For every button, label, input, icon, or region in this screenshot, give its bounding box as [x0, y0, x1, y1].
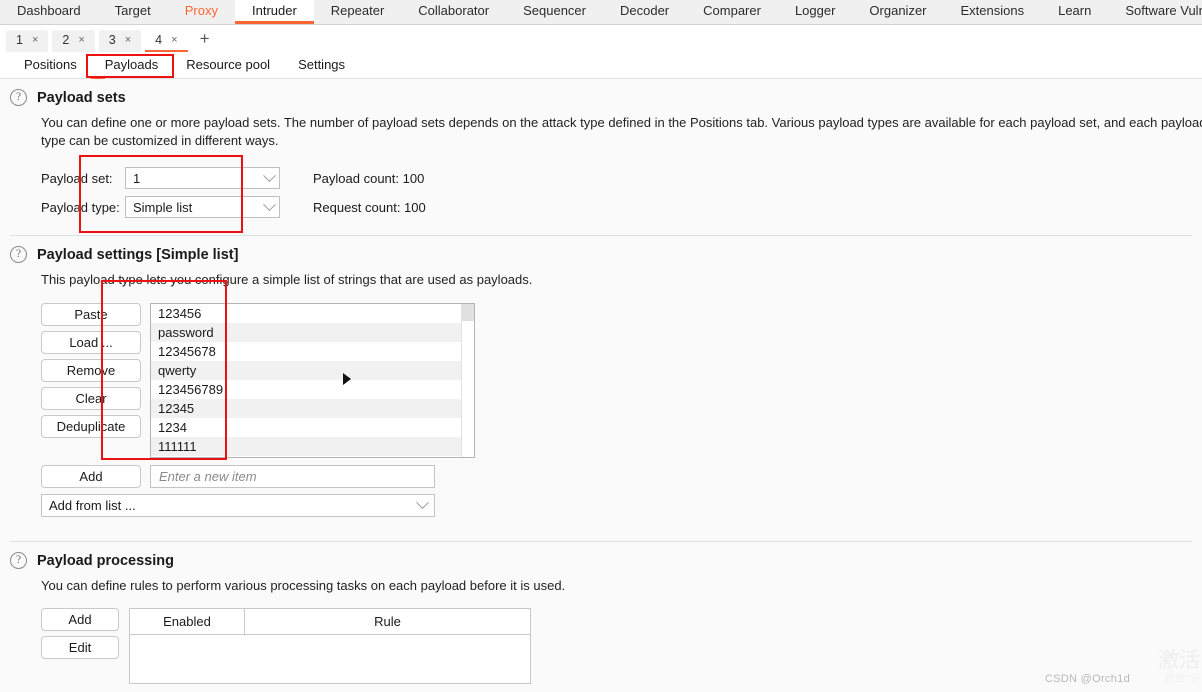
add-from-list-value: Add from list ... — [49, 498, 136, 513]
sub-tab-payloads[interactable]: Payloads — [90, 52, 172, 79]
edit-rule-button[interactable]: Edit — [41, 636, 119, 659]
tab-organizer[interactable]: Organizer — [852, 0, 943, 24]
close-icon[interactable]: × — [171, 34, 177, 46]
list-item[interactable]: 123456 — [151, 304, 474, 323]
tab-software-vulnerability-scanner[interactable]: Software Vulnerabilit — [1108, 0, 1202, 24]
table-body — [130, 635, 530, 683]
new-item-input[interactable]: Enter a new item — [150, 465, 435, 488]
attack-tab-2-label: 2 — [62, 32, 70, 47]
attack-tab-1[interactable]: 1 × — [6, 29, 49, 52]
expand-arrow-icon[interactable] — [343, 373, 351, 385]
attack-tab-strip: 1 × 2 × 3 × 4 × + — [0, 25, 1202, 52]
add-rule-button[interactable]: Add — [41, 608, 119, 631]
tab-learn[interactable]: Learn — [1041, 0, 1108, 24]
tab-sequencer[interactable]: Sequencer — [506, 0, 603, 24]
payload-processing-header: ? Payload processing — [0, 542, 1202, 569]
add-from-list-select[interactable]: Add from list ... — [41, 494, 435, 517]
activation-watermark-line2: 转到“设 — [1164, 674, 1200, 685]
payload-settings-header: ? Payload settings [Simple list] — [0, 236, 1202, 263]
list-item[interactable]: 12345678 — [151, 342, 474, 361]
table-header-row: Enabled Rule — [130, 609, 530, 635]
tab-repeater[interactable]: Repeater — [314, 0, 401, 24]
payload-set-select[interactable]: 1 — [125, 167, 280, 189]
activation-watermark-line1: 激活 — [1158, 648, 1200, 672]
paste-button[interactable]: Paste — [41, 303, 141, 326]
payload-settings-title: Payload settings [Simple list] — [37, 246, 239, 263]
chevron-down-icon — [263, 197, 276, 211]
sub-tab-resource-pool[interactable]: Resource pool — [172, 52, 284, 78]
chevron-down-icon — [263, 168, 276, 182]
close-icon[interactable]: × — [78, 34, 84, 46]
csdn-watermark: CSDN @Orch1d — [1044, 673, 1130, 685]
clear-button[interactable]: Clear — [41, 387, 141, 410]
activation-watermark: 激活 转到“设 — [1158, 650, 1200, 690]
deduplicate-button[interactable]: Deduplicate — [41, 415, 141, 438]
add-attack-tab-button[interactable]: + — [192, 30, 218, 47]
add-payload-button[interactable]: Add — [41, 465, 141, 488]
chevron-down-icon — [416, 496, 429, 510]
tab-collaborator[interactable]: Collaborator — [401, 0, 506, 24]
tab-target[interactable]: Target — [98, 0, 168, 24]
help-icon[interactable]: ? — [10, 552, 27, 569]
help-icon[interactable]: ? — [10, 89, 27, 106]
payload-set-label: Payload set: — [41, 170, 113, 186]
payload-sets-form: Payload set: 1 Payload count: 100 Payloa… — [0, 155, 1202, 233]
payload-settings-body: Paste Load ... Remove Clear Deduplicate … — [0, 280, 1202, 517]
list-item[interactable]: password — [151, 323, 474, 342]
help-icon[interactable]: ? — [10, 246, 27, 263]
payload-sets-header: ? Payload sets — [0, 79, 1202, 106]
column-header-rule: Rule — [374, 614, 401, 629]
tab-logger[interactable]: Logger — [778, 0, 852, 24]
close-icon[interactable]: × — [32, 34, 38, 46]
list-item[interactable]: 1234 — [151, 418, 474, 437]
sub-tab-bar: Positions Payloads Resource pool Setting… — [0, 52, 1202, 79]
payload-processing-table: Enabled Rule — [129, 608, 531, 684]
payload-list-area: Paste Load ... Remove Clear Deduplicate … — [41, 303, 1202, 458]
tab-comparer[interactable]: Comparer — [686, 0, 778, 24]
scrollbar-thumb[interactable] — [462, 304, 474, 321]
payload-list-scrollbar[interactable] — [461, 304, 474, 457]
payload-sets-description: You can define one or more payload sets.… — [41, 115, 1202, 148]
tab-extensions[interactable]: Extensions — [944, 0, 1042, 24]
main-tab-bar: Dashboard Target Proxy Intruder Repeater… — [0, 0, 1202, 25]
add-item-row: Add Enter a new item — [41, 465, 1202, 488]
payload-count-label: Payload count: 100 — [313, 170, 425, 186]
payload-processing-buttons: Add Edit — [41, 608, 119, 659]
close-icon[interactable]: × — [125, 34, 131, 46]
list-item[interactable]: qwerty — [151, 361, 474, 380]
tab-proxy[interactable]: Proxy — [168, 0, 235, 24]
attack-tab-4-label: 4 — [155, 32, 163, 47]
attack-tab-2[interactable]: 2 × — [52, 29, 95, 52]
list-item[interactable]: 123456789 — [151, 380, 474, 399]
sub-tab-positions[interactable]: Positions — [10, 52, 91, 78]
column-header-enabled: Enabled — [130, 609, 245, 634]
list-item[interactable]: 111111 — [151, 437, 474, 456]
remove-button[interactable]: Remove — [41, 359, 141, 382]
payload-set-value: 1 — [133, 170, 141, 186]
load-button[interactable]: Load ... — [41, 331, 141, 354]
list-item[interactable]: 12345 — [151, 399, 474, 418]
payload-type-label: Payload type: — [41, 199, 120, 215]
payload-list-buttons: Paste Load ... Remove Clear Deduplicate — [41, 303, 141, 438]
payloads-panel: ? Payload sets You can define one or mor… — [0, 79, 1202, 691]
attack-tab-4[interactable]: 4 × — [145, 29, 188, 52]
payload-set-row: Payload set: 1 Payload count: 100 — [41, 164, 1202, 192]
request-count-label: Request count: 100 — [313, 199, 426, 215]
payload-processing-title: Payload processing — [37, 552, 174, 569]
tab-decoder[interactable]: Decoder — [603, 0, 686, 24]
payload-settings-description: This payload type lets you configure a s… — [41, 272, 533, 287]
payload-processing-body: Add Edit Enabled Rule — [0, 608, 1202, 684]
sub-tab-settings[interactable]: Settings — [284, 52, 359, 78]
tab-intruder[interactable]: Intruder — [234, 0, 314, 24]
attack-tab-1-label: 1 — [16, 32, 23, 47]
attack-tab-3[interactable]: 3 × — [98, 29, 142, 52]
payload-type-select[interactable]: Simple list — [125, 196, 280, 218]
payload-sets-title: Payload sets — [37, 89, 126, 106]
payload-list[interactable]: 123456 password 12345678 qwerty 12345678… — [150, 303, 475, 458]
payload-processing-description: You can define rules to perform various … — [41, 578, 566, 593]
tab-dashboard[interactable]: Dashboard — [0, 0, 98, 24]
attack-tab-3-label: 3 — [108, 32, 116, 47]
payload-type-value: Simple list — [133, 199, 193, 215]
payload-type-row: Payload type: Simple list Request count:… — [41, 193, 1202, 221]
